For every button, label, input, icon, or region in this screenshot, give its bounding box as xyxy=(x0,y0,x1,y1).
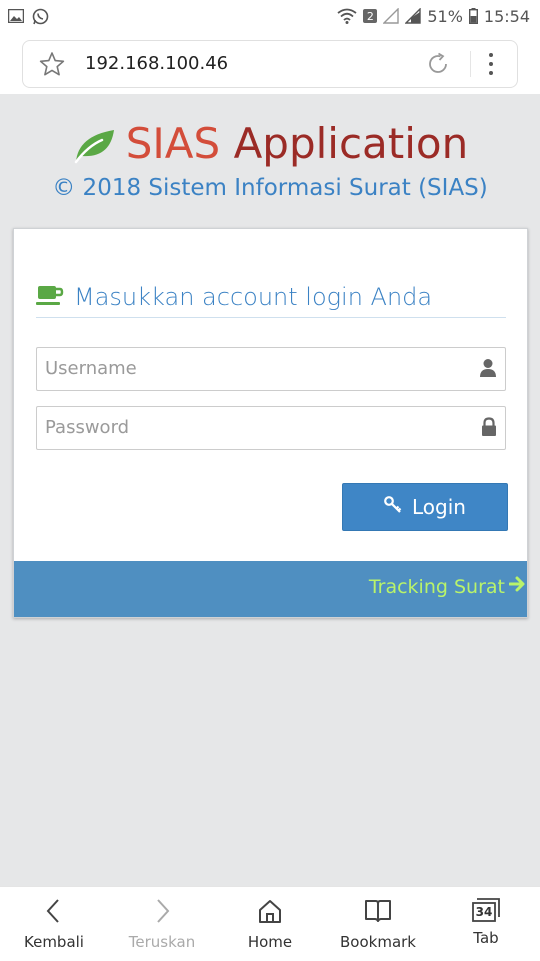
coffee-icon xyxy=(36,284,64,310)
username-input[interactable] xyxy=(37,348,473,388)
nav-tabs-button[interactable]: 34 Tab xyxy=(436,887,536,947)
user-icon xyxy=(479,358,497,382)
login-heading-text: Masukkan account login Anda xyxy=(74,283,433,311)
card-footer: Tracking Surat xyxy=(14,561,527,617)
key-icon xyxy=(384,495,402,519)
nav-forward-button[interactable]: Teruskan xyxy=(112,887,212,951)
nav-back-button[interactable]: Kembali xyxy=(4,887,104,951)
status-bar: 2 51% 15:54 xyxy=(0,0,540,32)
home-icon xyxy=(256,897,284,929)
signal-icon xyxy=(405,8,422,24)
leaf-icon xyxy=(72,124,116,176)
tracking-surat-label: Tracking Surat xyxy=(368,575,505,598)
arrow-right-icon xyxy=(508,575,527,598)
url-text[interactable]: 192.168.100.46 xyxy=(85,53,228,74)
clock: 15:54 xyxy=(483,6,530,26)
login-card: Masukkan account login Anda Login Tracki… xyxy=(13,228,528,618)
lock-icon xyxy=(481,417,497,441)
tabs-icon: 34 xyxy=(471,897,501,925)
chevron-left-icon xyxy=(41,897,67,929)
browser-toolbar: 192.168.100.46 xyxy=(0,32,540,94)
notification-badge: 2 xyxy=(363,9,378,23)
wifi-icon xyxy=(337,8,357,24)
nav-tabs-label: Tab xyxy=(473,929,499,947)
app-title: SIAS Application xyxy=(0,118,540,176)
app-title-application: Application xyxy=(233,119,469,168)
signal-empty-icon xyxy=(383,8,400,24)
app-title-sias: SIAS xyxy=(125,119,221,168)
tracking-surat-link[interactable]: Tracking Surat xyxy=(369,575,527,598)
nav-home-label: Home xyxy=(247,933,293,951)
nav-bookmark-button[interactable]: Bookmark xyxy=(328,887,428,951)
password-field[interactable] xyxy=(36,406,506,450)
address-bar-divider xyxy=(470,51,471,77)
nav-bookmark-label: Bookmark xyxy=(340,933,416,951)
more-vert-icon[interactable] xyxy=(481,50,501,78)
bottom-navigation: Kembali Teruskan Home Bookmark 34 Tab xyxy=(0,886,540,961)
nav-home-button[interactable]: Home xyxy=(220,887,320,951)
nav-back-label: Kembali xyxy=(24,933,84,951)
battery-percent: 51% xyxy=(427,6,463,26)
battery-icon xyxy=(468,8,478,24)
book-icon xyxy=(364,897,392,929)
app-subtitle: © 2018 Sistem Informasi Surat (SIAS) xyxy=(52,175,488,201)
login-heading: Masukkan account login Anda xyxy=(36,277,506,318)
image-notification-icon xyxy=(8,9,24,23)
whatsapp-icon xyxy=(32,8,49,25)
tab-count: 34 xyxy=(475,905,493,919)
address-bar[interactable]: 192.168.100.46 xyxy=(22,40,518,88)
password-input[interactable] xyxy=(37,407,473,447)
nav-forward-label: Teruskan xyxy=(128,933,196,951)
chevron-right-icon xyxy=(149,897,175,929)
star-icon[interactable] xyxy=(39,51,65,81)
reload-icon[interactable] xyxy=(425,51,451,81)
login-button[interactable]: Login xyxy=(342,483,508,531)
username-field[interactable] xyxy=(36,347,506,391)
login-button-label: Login xyxy=(412,495,466,519)
